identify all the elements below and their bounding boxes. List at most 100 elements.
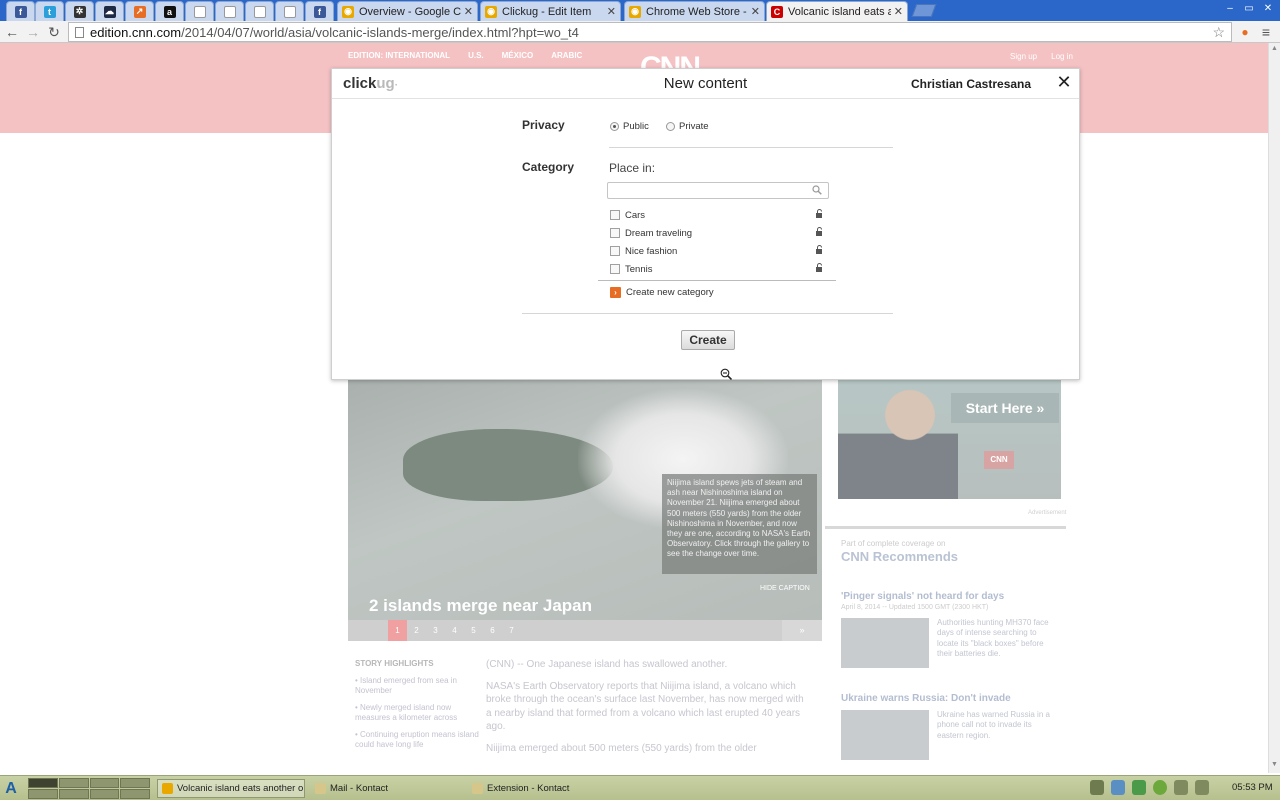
new-tab-button[interactable] (911, 4, 937, 17)
start-menu-icon[interactable]: A (2, 779, 20, 799)
maximize-window-button[interactable]: ▭ (1241, 2, 1257, 15)
category-checkbox[interactable] (610, 210, 620, 220)
category-name: Cars (625, 209, 646, 221)
scroll-up-arrow-icon[interactable]: ▲ (1271, 45, 1278, 52)
browser-tab[interactable]: f (6, 1, 35, 21)
create-button[interactable]: Create (681, 330, 735, 350)
story-thumbnail[interactable] (841, 710, 929, 760)
advertisement[interactable]: Start Here » CNN (838, 379, 1061, 499)
browser-tab[interactable]: ◉ Clickug - Edit Item ✕ (480, 1, 621, 21)
network-icon[interactable] (1111, 780, 1125, 795)
category-row-nice-fashion[interactable]: Nice fashion (610, 243, 825, 259)
address-bar[interactable]: edition.cnn.com/2014/04/07/world/asia/vo… (68, 22, 1232, 42)
gallery-page-1[interactable]: 1 (388, 620, 407, 641)
create-new-category-link[interactable]: › Create new category (610, 287, 714, 298)
log-in-link[interactable]: Log in (1051, 52, 1073, 61)
browser-tab[interactable]: ☁ (95, 1, 124, 21)
tab-close-icon[interactable]: ✕ (607, 5, 616, 18)
browser-tab[interactable] (185, 1, 214, 21)
story-headline[interactable]: Ukraine warns Russia: Don't invade (841, 693, 1056, 704)
browser-tab[interactable]: C Volcanic island eats anc✕ (766, 1, 908, 21)
story-thumbnail[interactable] (841, 618, 929, 668)
browser-tab[interactable] (215, 1, 244, 21)
tab-close-icon[interactable]: ✕ (464, 5, 473, 18)
forward-arrow-icon[interactable]: → (24, 23, 42, 41)
hide-caption-link[interactable]: HIDE CAPTION (760, 585, 810, 592)
browser-tab[interactable] (245, 1, 274, 21)
browser-tab[interactable]: ◉ Chrome Web Store - He✕ (624, 1, 765, 21)
taskbar-task-extension[interactable]: Extension - Kontact (468, 779, 618, 798)
desktop-8[interactable] (120, 789, 150, 799)
category-checkbox[interactable] (610, 264, 620, 274)
page-icon (75, 26, 84, 38)
user-name[interactable]: Christian Castresana (911, 77, 1031, 91)
category-checkbox[interactable] (610, 246, 620, 256)
update-icon[interactable] (1132, 780, 1146, 795)
story-headline[interactable]: 'Pinger signals' not heard for days (841, 591, 1056, 602)
category-checkbox[interactable] (610, 228, 620, 238)
gallery-page-4[interactable]: 4 (445, 626, 464, 635)
status-ok-icon[interactable] (1153, 780, 1167, 795)
edition-item[interactable]: ARABIC (551, 51, 582, 60)
browser-tab[interactable]: ↗ (125, 1, 154, 21)
ad-start-here-button[interactable]: Start Here » (951, 393, 1059, 423)
clock[interactable]: 05:53 PM (1232, 782, 1273, 793)
browser-tab[interactable] (275, 1, 304, 21)
taskbar-task-browser[interactable]: Volcanic island eats another o (157, 779, 305, 798)
recommended-story[interactable]: 'Pinger signals' not heard for days Apri… (841, 591, 1056, 671)
minimize-window-button[interactable]: – (1222, 2, 1238, 15)
gallery-page-6[interactable]: 6 (483, 626, 502, 635)
highlight-item: • Newly merged island now measures a kil… (355, 703, 458, 722)
private-radio[interactable]: Private (666, 121, 709, 132)
desktop-1[interactable] (28, 778, 58, 788)
lock-icon (816, 263, 822, 272)
gallery-page-5[interactable]: 5 (464, 626, 483, 635)
bookmark-star-icon[interactable]: ☆ (1212, 24, 1225, 41)
category-row-dream-traveling[interactable]: Dream traveling (610, 225, 825, 241)
menu-icon[interactable]: ≡ (1257, 23, 1275, 41)
gallery-page-7[interactable]: 7 (502, 626, 521, 635)
browser-tab[interactable]: a (155, 1, 184, 21)
bluetooth-icon[interactable] (1174, 780, 1188, 795)
sign-up-link[interactable]: Sign up (1010, 52, 1037, 61)
browser-tab[interactable]: f (305, 1, 334, 21)
desktop-4[interactable] (120, 778, 150, 788)
edition-item[interactable]: U.S. (468, 51, 484, 60)
back-arrow-icon[interactable]: ← (3, 23, 21, 41)
category-row-tennis[interactable]: Tennis (610, 261, 825, 277)
desktop-2[interactable] (58, 778, 89, 788)
category-row-cars[interactable]: Cars (610, 207, 825, 223)
gallery-page-2[interactable]: 2 (407, 626, 426, 635)
browser-tab[interactable]: ✲ (65, 1, 94, 21)
place-in-label: Place in: (609, 161, 656, 175)
public-radio[interactable]: Public (610, 121, 649, 132)
browser-tab[interactable]: ◉ Overview - Google Chro✕ (337, 1, 478, 21)
edition-item[interactable]: MÉXICO (502, 51, 534, 60)
browser-tab[interactable]: t (35, 1, 64, 21)
search-icon[interactable] (812, 185, 822, 195)
recommended-story[interactable]: Ukraine warns Russia: Don't invade Ukrai… (841, 693, 1056, 773)
taskbar-task-mail[interactable]: Mail - Kontact (311, 779, 461, 798)
volume-icon[interactable] (1195, 780, 1209, 795)
tab-close-icon[interactable]: ✕ (751, 5, 760, 18)
gallery-next-button[interactable]: » (782, 620, 822, 641)
desktop-5[interactable] (28, 789, 58, 799)
category-search-input[interactable] (608, 183, 808, 198)
tab-close-icon[interactable]: ✕ (894, 5, 903, 18)
desktop-7[interactable] (89, 789, 120, 799)
close-icon[interactable]: ✕ (1056, 73, 1072, 91)
desktop-6[interactable] (58, 789, 89, 799)
desktop-3[interactable] (89, 778, 120, 788)
recommends-title[interactable]: CNN Recommends (841, 549, 958, 564)
scroll-down-arrow-icon[interactable]: ▼ (1271, 761, 1278, 768)
close-window-button[interactable]: ✕ (1260, 2, 1276, 15)
divider (825, 526, 1066, 529)
photo-gallery[interactable]: Niijima island spews jets of steam and a… (348, 379, 822, 641)
extension-icon[interactable]: ● (1236, 23, 1254, 41)
clipboard-icon[interactable] (1090, 780, 1104, 795)
desktop-pager[interactable] (28, 778, 150, 799)
gallery-page-3[interactable]: 3 (426, 626, 445, 635)
page-scrollbar[interactable]: ▲ ▼ (1268, 43, 1280, 773)
edition-item[interactable]: EDITION: INTERNATIONAL (348, 51, 450, 60)
reload-icon[interactable]: ↻ (45, 23, 63, 41)
